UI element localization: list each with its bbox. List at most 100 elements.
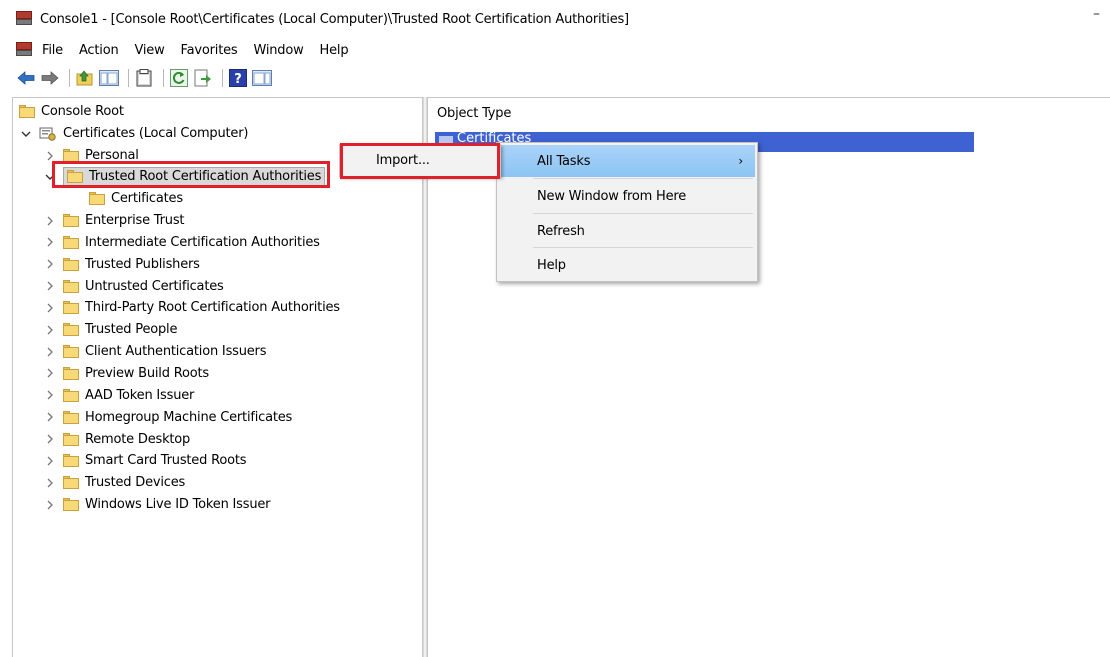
show-hide-tree-icon: [99, 70, 119, 86]
tree-node-trusted-root-certificates[interactable]: Certificates: [89, 188, 183, 209]
chevron-right-icon[interactable]: [43, 323, 57, 337]
menu-help[interactable]: Help: [320, 43, 349, 58]
tree-node-store[interactable]: Trusted People: [43, 319, 177, 340]
tree-node-label: Homegroup Machine Certificates: [85, 409, 293, 425]
tree-node-store[interactable]: Homegroup Machine Certificates: [43, 407, 292, 428]
tree-node-certificates-local-computer[interactable]: Certificates (Local Computer): [19, 123, 248, 144]
up-one-level-button[interactable]: [75, 68, 95, 88]
folder-icon: [63, 301, 79, 315]
menu-separator: [533, 178, 753, 179]
tree-node-label: Personal: [85, 148, 139, 163]
menu-separator: [533, 213, 753, 214]
tree-node-label: Trusted Root Certification Authorities: [89, 169, 322, 184]
menu-item-label: Help: [537, 257, 566, 273]
tree-node-store[interactable]: Client Authentication Issuers: [43, 341, 266, 362]
console-tree-pane[interactable]: Console Root Certificates (Local Compute…: [12, 97, 423, 657]
folder-icon: [63, 476, 79, 490]
title-bar: Console1 - [Console Root\Certificates (L…: [0, 0, 1110, 38]
action-pane-icon: [252, 70, 272, 86]
folder-icon: [63, 410, 79, 424]
refresh-button[interactable]: [169, 68, 189, 88]
mmc-app-icon: [16, 11, 32, 27]
chevron-down-icon[interactable]: [43, 170, 57, 184]
menu-item-label: Import...: [376, 153, 430, 168]
menu-view[interactable]: View: [134, 43, 164, 58]
column-header-object-type[interactable]: Object Type: [437, 106, 511, 121]
chevron-right-icon[interactable]: [43, 410, 57, 424]
tree-node-label: Third-Party Root Certification Authoriti…: [85, 300, 340, 316]
chevron-right-icon[interactable]: [43, 388, 57, 402]
tree-node-store[interactable]: Windows Live ID Token Issuer: [43, 494, 271, 515]
chevron-down-icon[interactable]: [19, 127, 33, 141]
tree-node-trusted-root-ca[interactable]: Trusted Root Certification Authorities: [43, 166, 326, 187]
tree-node-label: Windows Live ID Token Issuer: [85, 497, 271, 513]
tree-node-store[interactable]: Intermediate Certification Authorities: [43, 232, 320, 253]
menu-window[interactable]: Window: [253, 43, 303, 58]
tree-node-store[interactable]: Preview Build Roots: [43, 363, 209, 384]
menu-item-label: All Tasks: [537, 153, 591, 169]
toolbar-separator: [128, 69, 129, 87]
tree-node-personal[interactable]: Personal: [43, 145, 139, 166]
tree-node-store[interactable]: Third-Party Root Certification Authoriti…: [43, 297, 340, 318]
menu-item-all-tasks[interactable]: All Tasks ›: [499, 145, 755, 177]
chevron-right-icon[interactable]: [43, 498, 57, 512]
tree-node-store[interactable]: AAD Token Issuer: [43, 385, 194, 406]
tree-node-label: Enterprise Trust: [85, 213, 185, 228]
folder-icon: [63, 388, 79, 402]
window-title: Console1 - [Console Root\Certificates (L…: [40, 11, 629, 27]
menu-item-refresh[interactable]: Refresh: [499, 215, 755, 247]
folder-icon: [63, 366, 79, 380]
menu-file[interactable]: File: [42, 43, 63, 58]
chevron-right-icon[interactable]: [43, 476, 57, 490]
tree-node-label: Console Root: [41, 104, 124, 119]
forward-button[interactable]: [40, 68, 60, 88]
tree-node-console-root[interactable]: Console Root: [19, 101, 124, 122]
forward-icon: [41, 71, 59, 85]
tree-node-store[interactable]: Trusted Devices: [43, 472, 185, 493]
folder-icon: [89, 192, 105, 205]
folder-icon: [63, 257, 79, 271]
tree-node-label: Certificates: [111, 191, 183, 206]
up-folder-icon: [76, 70, 93, 86]
back-button[interactable]: [16, 68, 36, 88]
menu-favorites[interactable]: Favorites: [181, 43, 238, 58]
tree-node-store[interactable]: Untrusted Certificates: [43, 276, 224, 297]
export-list-button[interactable]: [193, 68, 213, 88]
folder-icon: [63, 498, 79, 512]
help-button[interactable]: ?: [228, 68, 248, 88]
chevron-right-icon[interactable]: [43, 149, 57, 163]
menu-action[interactable]: Action: [79, 43, 119, 58]
folder-icon: [63, 454, 79, 468]
tree-node-label: Trusted Devices: [85, 475, 186, 491]
chevron-right-icon[interactable]: [43, 214, 57, 228]
chevron-right-icon[interactable]: [43, 454, 57, 468]
properties-button[interactable]: [134, 68, 154, 88]
menu-item-label: New Window from Here: [537, 188, 687, 204]
tree-node-store[interactable]: Remote Desktop: [43, 429, 190, 450]
tree-node-label: Trusted People: [85, 322, 178, 338]
show-hide-tree-button[interactable]: [99, 68, 119, 88]
refresh-icon: [170, 69, 188, 87]
tree-node-store[interactable]: Enterprise Trust: [43, 210, 184, 231]
svg-text:?: ?: [234, 72, 242, 87]
menu-item-new-window[interactable]: New Window from Here: [499, 180, 755, 212]
tree-node-label: AAD Token Issuer: [85, 387, 195, 403]
tree-node-store[interactable]: Trusted Publishers: [43, 254, 200, 275]
chevron-right-icon[interactable]: [43, 366, 57, 380]
tree-node-store[interactable]: Smart Card Trusted Roots: [43, 450, 246, 471]
folder-icon: [63, 432, 79, 446]
system-menu-icon[interactable]: [16, 42, 32, 58]
chevron-right-icon[interactable]: [43, 345, 57, 359]
submenu-arrow-icon: ›: [738, 154, 743, 168]
chevron-right-icon[interactable]: [43, 235, 57, 249]
menu-item-import[interactable]: Import...: [342, 147, 498, 174]
chevron-right-icon[interactable]: [43, 301, 57, 315]
chevron-right-icon[interactable]: [43, 257, 57, 271]
minimize-button[interactable]: –: [1093, 6, 1100, 22]
chevron-right-icon[interactable]: [43, 432, 57, 446]
chevron-right-icon[interactable]: [43, 279, 57, 293]
show-hide-action-pane-button[interactable]: [252, 68, 272, 88]
tree-node-label: Smart Card Trusted Roots: [85, 453, 247, 469]
menu-item-help[interactable]: Help: [499, 249, 755, 281]
menu-item-label: Refresh: [537, 223, 585, 239]
